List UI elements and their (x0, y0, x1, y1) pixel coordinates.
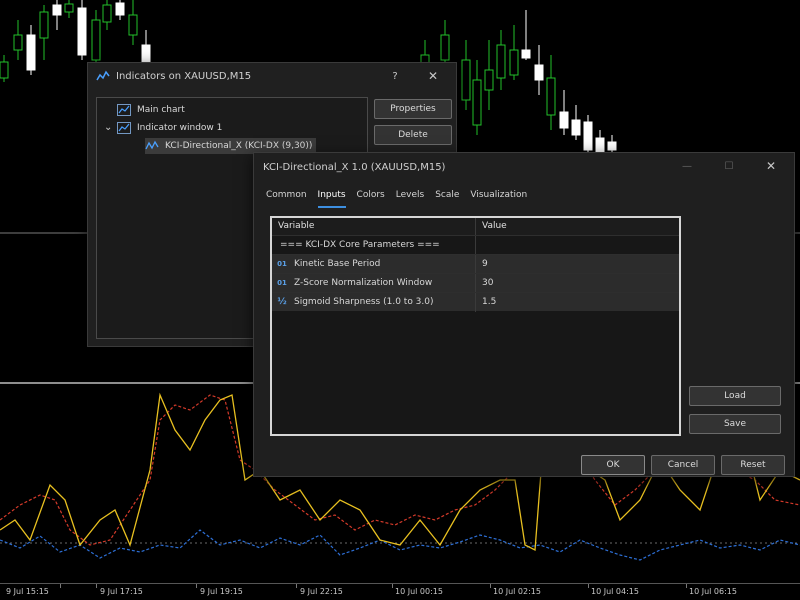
candle-body (472, 79, 482, 126)
time-label: 10 Jul 00:15 (395, 587, 443, 596)
variable-label: Z-Score Normalization Window (294, 278, 433, 288)
time-tick (296, 584, 297, 588)
save-button[interactable]: Save (689, 414, 781, 434)
ok-button[interactable]: OK (581, 455, 645, 475)
properties-close-button[interactable]: ✕ (756, 153, 786, 179)
candle-body (496, 44, 506, 79)
indicator-icon (145, 140, 159, 150)
help-button[interactable]: ? (380, 63, 410, 89)
reset-button[interactable]: Reset (721, 455, 785, 475)
candle-body (559, 111, 569, 129)
candle-body (595, 137, 605, 153)
tab-levels[interactable]: Levels (396, 190, 424, 206)
properties-window-title: KCI-Directional_X 1.0 (XAUUSD,M15) (263, 161, 446, 173)
column-header-value: Value (482, 221, 507, 231)
time-label: 9 Jul 17:15 (100, 587, 143, 596)
integer-type-icon: 01 (277, 260, 287, 268)
minimize-button[interactable]: — (672, 153, 702, 179)
candle-body (13, 34, 23, 51)
time-tick (60, 584, 61, 588)
candle-body (440, 34, 450, 61)
line-chart-icon (117, 104, 131, 116)
tree-item-indicator-window[interactable]: Indicator window 1 (117, 120, 222, 136)
candle-body (39, 11, 49, 39)
candle-body (64, 3, 74, 13)
tree-item-label: Main chart (137, 105, 185, 115)
candle-body (571, 119, 581, 136)
cancel-button[interactable]: Cancel (651, 455, 715, 475)
candle-body (509, 49, 519, 76)
tab-bar: Common Inputs Colors Levels Scale Visual… (266, 190, 538, 208)
variable-label: Sigmoid Sharpness (1.0 to 3.0) (294, 297, 434, 307)
grid-header: Variable Value (272, 218, 679, 235)
tree-item-label: Indicator window 1 (137, 123, 223, 133)
indicators-close-button[interactable]: ✕ (418, 63, 448, 89)
variable-cell: 01 Z-Score Normalization Window (272, 273, 476, 293)
table-row[interactable]: 01 Kinetic Base Period 9 (272, 254, 679, 274)
candle-body (26, 34, 36, 71)
variable-cell: ½ Sigmoid Sharpness (1.0 to 3.0) (272, 292, 476, 312)
time-label: 9 Jul 22:15 (300, 587, 343, 596)
properties-window-titlebar[interactable]: KCI-Directional_X 1.0 (XAUUSD,M15) (254, 153, 794, 181)
load-button[interactable]: Load (689, 386, 781, 406)
time-axis: 9 Jul 15:15 9 Jul 17:15 9 Jul 19:15 9 Ju… (0, 583, 800, 600)
section-header-label: === KCI-DX Core Parameters === (280, 240, 440, 250)
time-label: 10 Jul 06:15 (689, 587, 737, 596)
indicators-window-title: Indicators on XAUUSD,M15 (116, 70, 252, 82)
tab-colors[interactable]: Colors (357, 190, 385, 206)
candle-body (583, 121, 593, 151)
candle-body (521, 49, 531, 59)
candle-body (461, 59, 471, 101)
time-label: 9 Jul 19:15 (200, 587, 243, 596)
double-type-icon: ½ (277, 297, 287, 307)
inputs-grid: Variable Value === KCI-DX Core Parameter… (270, 216, 681, 436)
candle-body (91, 19, 101, 61)
tree-item-main-chart[interactable]: Main chart (117, 102, 185, 118)
time-label: 9 Jul 15:15 (6, 587, 49, 596)
integer-type-icon: 01 (277, 279, 287, 287)
indicator-properties-window: KCI-Directional_X 1.0 (XAUUSD,M15) — ☐ ✕… (253, 152, 795, 477)
table-row[interactable]: ½ Sigmoid Sharpness (1.0 to 3.0) 1.5 (272, 292, 679, 312)
candle-body (607, 141, 617, 151)
chevron-down-icon[interactable]: ⌄ (104, 122, 112, 133)
candle-body (0, 61, 9, 79)
column-header-variable: Variable (272, 218, 476, 235)
value-cell[interactable]: 1.5 (476, 297, 496, 307)
table-row[interactable]: 01 Z-Score Normalization Window 30 (272, 273, 679, 293)
time-tick (588, 584, 589, 588)
time-tick (392, 584, 393, 588)
time-label: 10 Jul 02:15 (493, 587, 541, 596)
candle-body (484, 69, 494, 91)
candle-body (52, 4, 62, 16)
time-tick (490, 584, 491, 588)
tab-common[interactable]: Common (266, 190, 307, 206)
time-tick (96, 584, 97, 588)
tab-inputs[interactable]: Inputs (317, 190, 346, 208)
time-tick (196, 584, 197, 588)
candle-body (115, 2, 125, 16)
value-cell[interactable]: 30 (476, 278, 493, 288)
variable-cell: 01 Kinetic Base Period (272, 254, 476, 274)
candle-body (77, 7, 87, 56)
section-header-row: === KCI-DX Core Parameters === (272, 235, 679, 255)
line-chart-icon (117, 122, 131, 134)
candle-body (128, 14, 138, 36)
chart-app-icon (96, 70, 110, 81)
candle-body (102, 4, 112, 23)
variable-label: Kinetic Base Period (294, 259, 381, 269)
time-label: 10 Jul 04:15 (591, 587, 639, 596)
candle-body (546, 77, 556, 116)
tab-visualization[interactable]: Visualization (470, 190, 527, 206)
section-header-cell: === KCI-DX Core Parameters === (272, 235, 476, 255)
candle-body (534, 64, 544, 81)
time-tick (686, 584, 687, 588)
delete-button[interactable]: Delete (374, 125, 452, 145)
tree-item-label: KCI-Directional_X (KCI-DX (9,30)) (165, 141, 313, 151)
properties-button[interactable]: Properties (374, 99, 452, 119)
value-cell[interactable]: 9 (476, 259, 488, 269)
tab-scale[interactable]: Scale (435, 190, 459, 206)
maximize-button[interactable]: ☐ (714, 153, 744, 179)
